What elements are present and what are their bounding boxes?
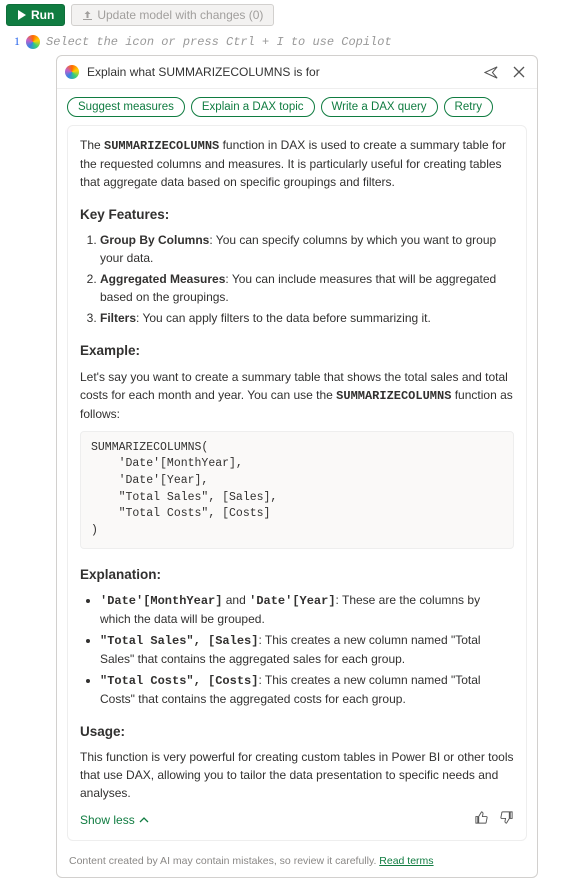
line-number: 1 [10,34,20,49]
list-item: Aggregated Measures: You can include mea… [100,270,514,306]
list-item: Filters: You can apply filters to the da… [100,309,514,327]
editor-placeholder: Select the icon or press Ctrl + I to use… [46,35,562,49]
thumbs-up-icon[interactable] [474,810,489,830]
copilot-panel: Explain what SUMMARIZECOLUMNS is for Sug… [56,55,538,878]
play-icon [17,10,27,20]
close-icon[interactable] [509,62,529,82]
chevron-up-icon [139,816,149,824]
send-icon[interactable] [481,62,501,82]
run-label: Run [31,8,54,22]
footer-row: Show less [80,802,514,830]
heading-key-features: Key Features: [80,205,514,225]
heading-example: Example: [80,341,514,361]
heading-explanation: Explanation: [80,565,514,585]
list-item: "Total Costs", [Costs]: This creates a n… [100,671,514,708]
usage-paragraph: This function is very powerful for creat… [80,748,514,802]
features-list: Group By Columns: You can specify column… [80,231,514,327]
copilot-icon [65,65,79,79]
suggestion-chips: Suggest measures Explain a DAX topic Wri… [57,89,537,125]
explanation-list: 'Date'[MonthYear] and 'Date'[Year]: Thes… [80,591,514,708]
show-less-button[interactable]: Show less [80,811,149,829]
chip-suggest-measures[interactable]: Suggest measures [67,97,185,117]
disclaimer: Content created by AI may contain mistak… [57,849,537,877]
chip-explain-topic[interactable]: Explain a DAX topic [191,97,315,117]
upload-icon [82,10,93,21]
editor-line[interactable]: 1 Select the icon or press Ctrl + I to u… [0,30,568,55]
panel-title: Explain what SUMMARIZECOLUMNS is for [87,65,473,79]
update-label: Update model with changes (0) [97,8,263,22]
thumbs-down-icon[interactable] [499,810,514,830]
update-model-button[interactable]: Update model with changes (0) [71,4,274,26]
panel-header: Explain what SUMMARIZECOLUMNS is for [57,56,537,89]
list-item: 'Date'[MonthYear] and 'Date'[Year]: Thes… [100,591,514,628]
list-item: Group By Columns: You can specify column… [100,231,514,267]
read-terms-link[interactable]: Read terms [379,855,433,867]
toolbar: Run Update model with changes (0) [0,0,568,30]
response-body: The SUMMARIZECOLUMNS function in DAX is … [67,125,527,841]
code-block[interactable]: SUMMARIZECOLUMNS( 'Date'[MonthYear], 'Da… [80,431,514,549]
intro-paragraph: The SUMMARIZECOLUMNS function in DAX is … [80,136,514,191]
copilot-icon[interactable] [26,35,40,49]
example-paragraph: Let's say you want to create a summary t… [80,368,514,423]
list-item: "Total Sales", [Sales]: This creates a n… [100,631,514,668]
heading-usage: Usage: [80,722,514,742]
chip-write-query[interactable]: Write a DAX query [321,97,438,117]
run-button[interactable]: Run [6,4,65,26]
chip-retry[interactable]: Retry [444,97,493,117]
feedback-buttons [474,810,514,830]
